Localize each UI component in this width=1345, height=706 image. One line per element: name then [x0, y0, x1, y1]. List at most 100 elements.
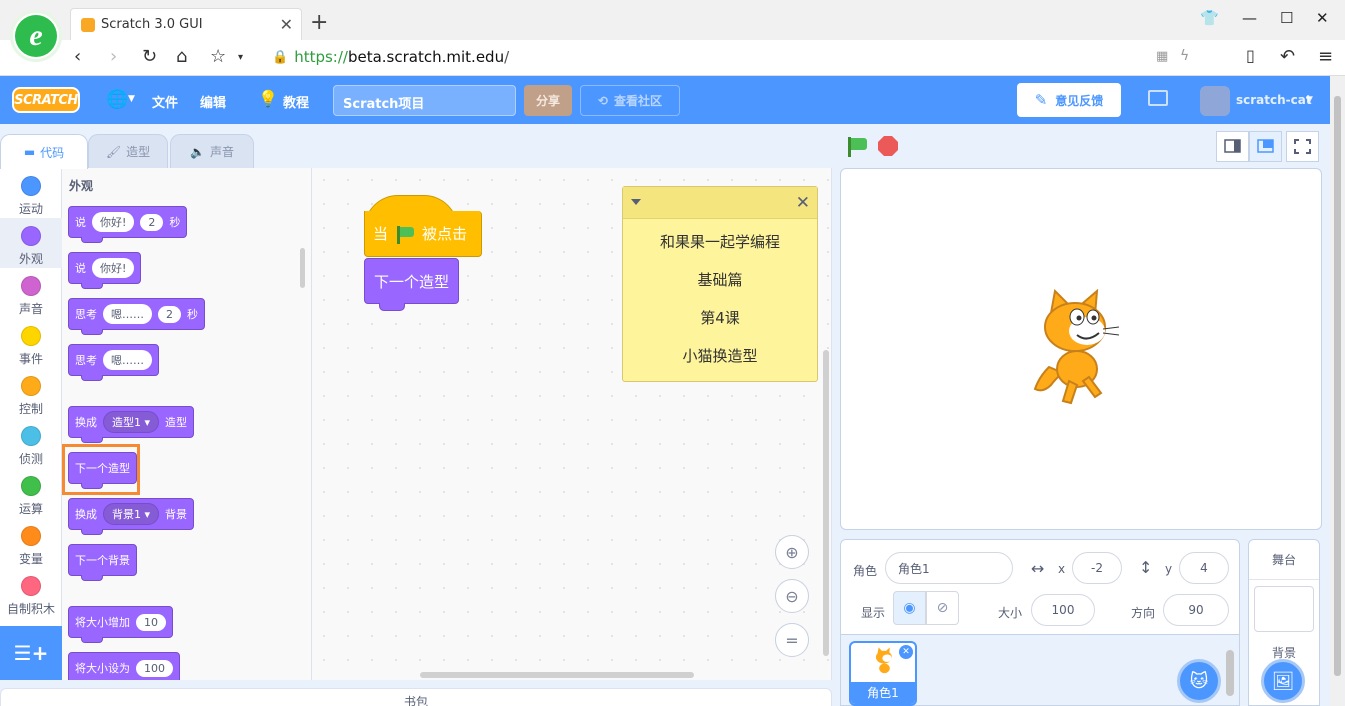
- url-field[interactable]: 🔒 https:// beta.scratch.mit.edu /: [272, 48, 509, 66]
- backpack-header[interactable]: 书包: [0, 688, 832, 706]
- change-size-block[interactable]: 将大小增加 10: [68, 606, 173, 643]
- maximize-icon[interactable]: ☐: [1280, 9, 1293, 27]
- see-community-button[interactable]: ⟲ 查看社区: [580, 85, 680, 116]
- workspace-vertical-scrollbar[interactable]: [823, 350, 829, 656]
- share-button[interactable]: 分享: [524, 85, 572, 116]
- scratch-logo[interactable]: SCRATCH: [12, 87, 80, 113]
- block-input[interactable]: 嗯……: [103, 350, 152, 370]
- hide-sprite-button[interactable]: ⊘: [926, 591, 959, 625]
- when-flag-clicked-block[interactable]: 当 被点击: [364, 195, 482, 259]
- avatar[interactable]: [1200, 86, 1230, 116]
- my-stuff-folder-icon[interactable]: [1148, 90, 1168, 106]
- window-scrollbar[interactable]: [1330, 76, 1345, 706]
- category-my-blocks[interactable]: 自制积木: [0, 568, 62, 618]
- comment-header[interactable]: ✕: [623, 187, 817, 219]
- forward-icon[interactable]: ›: [110, 46, 117, 67]
- brush-icon: 🖌: [105, 144, 122, 159]
- comment-note[interactable]: ✕ 和果果一起学编程 基础篇 第4课 小猫换造型: [622, 186, 818, 382]
- stage-thumbnail[interactable]: [1254, 586, 1314, 632]
- qr-code-icon[interactable]: ▦: [1156, 49, 1168, 64]
- switch-backdrop-block[interactable]: 换成 背景1 ▾ 背景: [68, 498, 195, 535]
- sprite-tile[interactable]: ✕ 角色1: [849, 641, 917, 706]
- edit-menu[interactable]: 编辑: [200, 92, 226, 111]
- language-dropdown-icon[interactable]: ▼: [128, 94, 135, 104]
- block-input[interactable]: 100: [136, 659, 173, 677]
- think-for-secs-block[interactable]: 思考 嗯…… 2 秒: [68, 298, 205, 335]
- normal-stage-button[interactable]: [1249, 131, 1282, 162]
- add-sprite-button[interactable]: 🐱: [1177, 659, 1221, 703]
- zoom-reset-button[interactable]: =: [775, 623, 809, 657]
- think-block[interactable]: 思考 嗯……: [68, 344, 159, 381]
- undo-close-icon[interactable]: ↶: [1280, 46, 1295, 67]
- palette-scrollbar[interactable]: [300, 248, 305, 288]
- tab-code[interactable]: ▬ 代码: [0, 134, 88, 169]
- say-for-secs-block[interactable]: 说 你好! 2 秒: [68, 206, 188, 243]
- category-sound[interactable]: 声音: [0, 268, 62, 318]
- category-control[interactable]: 控制: [0, 368, 62, 418]
- next-costume-script-block[interactable]: 下一个造型: [364, 258, 459, 311]
- sprite-name-input[interactable]: 角色1: [885, 552, 1013, 584]
- minimize-icon[interactable]: —: [1242, 9, 1257, 27]
- close-icon[interactable]: ✕: [796, 193, 810, 213]
- globe-icon[interactable]: 🌐: [106, 89, 128, 110]
- feedback-button[interactable]: ✎ 意见反馈: [1017, 83, 1121, 117]
- next-backdrop-block[interactable]: 下一个背景: [68, 544, 137, 581]
- tab-sounds[interactable]: 🔈 声音: [170, 134, 254, 168]
- tab-costumes[interactable]: 🖌 造型: [88, 134, 168, 168]
- bookmark-star-icon[interactable]: ☆: [210, 46, 226, 67]
- small-stage-button[interactable]: [1216, 131, 1249, 162]
- block-input[interactable]: 你好!: [92, 212, 135, 232]
- block-input[interactable]: 你好!: [92, 258, 135, 278]
- project-title-input[interactable]: Scratch项目: [333, 85, 516, 116]
- back-icon[interactable]: ‹: [74, 46, 81, 67]
- backdrop-dropdown[interactable]: 背景1 ▾: [103, 503, 160, 525]
- file-menu[interactable]: 文件: [152, 92, 178, 111]
- block-input[interactable]: 10: [136, 613, 166, 631]
- stage-canvas[interactable]: [840, 168, 1322, 530]
- bookmark-dropdown-icon[interactable]: ▾: [238, 52, 243, 63]
- menu-icon[interactable]: ≡: [1318, 46, 1333, 67]
- collapse-icon[interactable]: [631, 199, 641, 205]
- stop-button[interactable]: [878, 136, 898, 156]
- zoom-out-button[interactable]: ⊖: [775, 579, 809, 613]
- sprite-list-scrollbar[interactable]: [1226, 650, 1234, 696]
- show-sprite-button[interactable]: ◉: [893, 591, 926, 625]
- switch-costume-block[interactable]: 换成 造型1 ▾ 造型: [68, 406, 195, 443]
- username[interactable]: scratch-cat: [1236, 93, 1312, 107]
- close-tab-icon[interactable]: ✕: [280, 15, 293, 34]
- category-events[interactable]: 事件: [0, 318, 62, 368]
- home-icon[interactable]: ⌂: [176, 46, 187, 67]
- say-block[interactable]: 说 你好!: [68, 252, 142, 289]
- set-size-block[interactable]: 将大小设为 100: [68, 652, 180, 680]
- x-input[interactable]: -2: [1072, 552, 1122, 584]
- size-input[interactable]: 100: [1031, 594, 1095, 626]
- category-variables[interactable]: 变量: [0, 518, 62, 568]
- lightning-icon[interactable]: ϟ: [1180, 48, 1189, 64]
- zoom-in-button[interactable]: ⊕: [775, 535, 809, 569]
- reload-icon[interactable]: ↻: [142, 46, 157, 67]
- skin-icon[interactable]: 👕: [1200, 9, 1219, 27]
- costume-dropdown[interactable]: 造型1 ▾: [103, 411, 160, 433]
- block-input[interactable]: 2: [158, 305, 181, 323]
- close-window-icon[interactable]: ✕: [1316, 9, 1329, 27]
- new-tab-icon[interactable]: +: [310, 10, 328, 35]
- tutorials-menu[interactable]: 教程: [283, 92, 309, 111]
- block-input[interactable]: 嗯……: [103, 304, 152, 324]
- scratch-cat-sprite[interactable]: [1029, 289, 1129, 409]
- category-operators[interactable]: 运算: [0, 468, 62, 518]
- y-input[interactable]: 4: [1179, 552, 1229, 584]
- add-backdrop-button[interactable]: 🖼: [1261, 659, 1305, 703]
- reading-mode-icon[interactable]: ▯: [1246, 46, 1255, 65]
- category-looks[interactable]: 外观: [0, 218, 62, 268]
- fullscreen-button[interactable]: [1286, 131, 1319, 162]
- direction-input[interactable]: 90: [1163, 594, 1229, 626]
- account-dropdown-icon[interactable]: ▼: [1306, 95, 1313, 105]
- workspace-horizontal-scrollbar[interactable]: [420, 672, 694, 678]
- category-motion[interactable]: 运动: [0, 168, 62, 218]
- block-input[interactable]: 2: [140, 213, 164, 231]
- add-extension-button[interactable]: ☰+: [0, 626, 62, 680]
- delete-sprite-icon[interactable]: ✕: [899, 645, 913, 659]
- category-sensing[interactable]: 侦测: [0, 418, 62, 468]
- browser-tab[interactable]: Scratch 3.0 GUI ✕: [70, 8, 302, 40]
- green-flag-button[interactable]: [846, 136, 868, 158]
